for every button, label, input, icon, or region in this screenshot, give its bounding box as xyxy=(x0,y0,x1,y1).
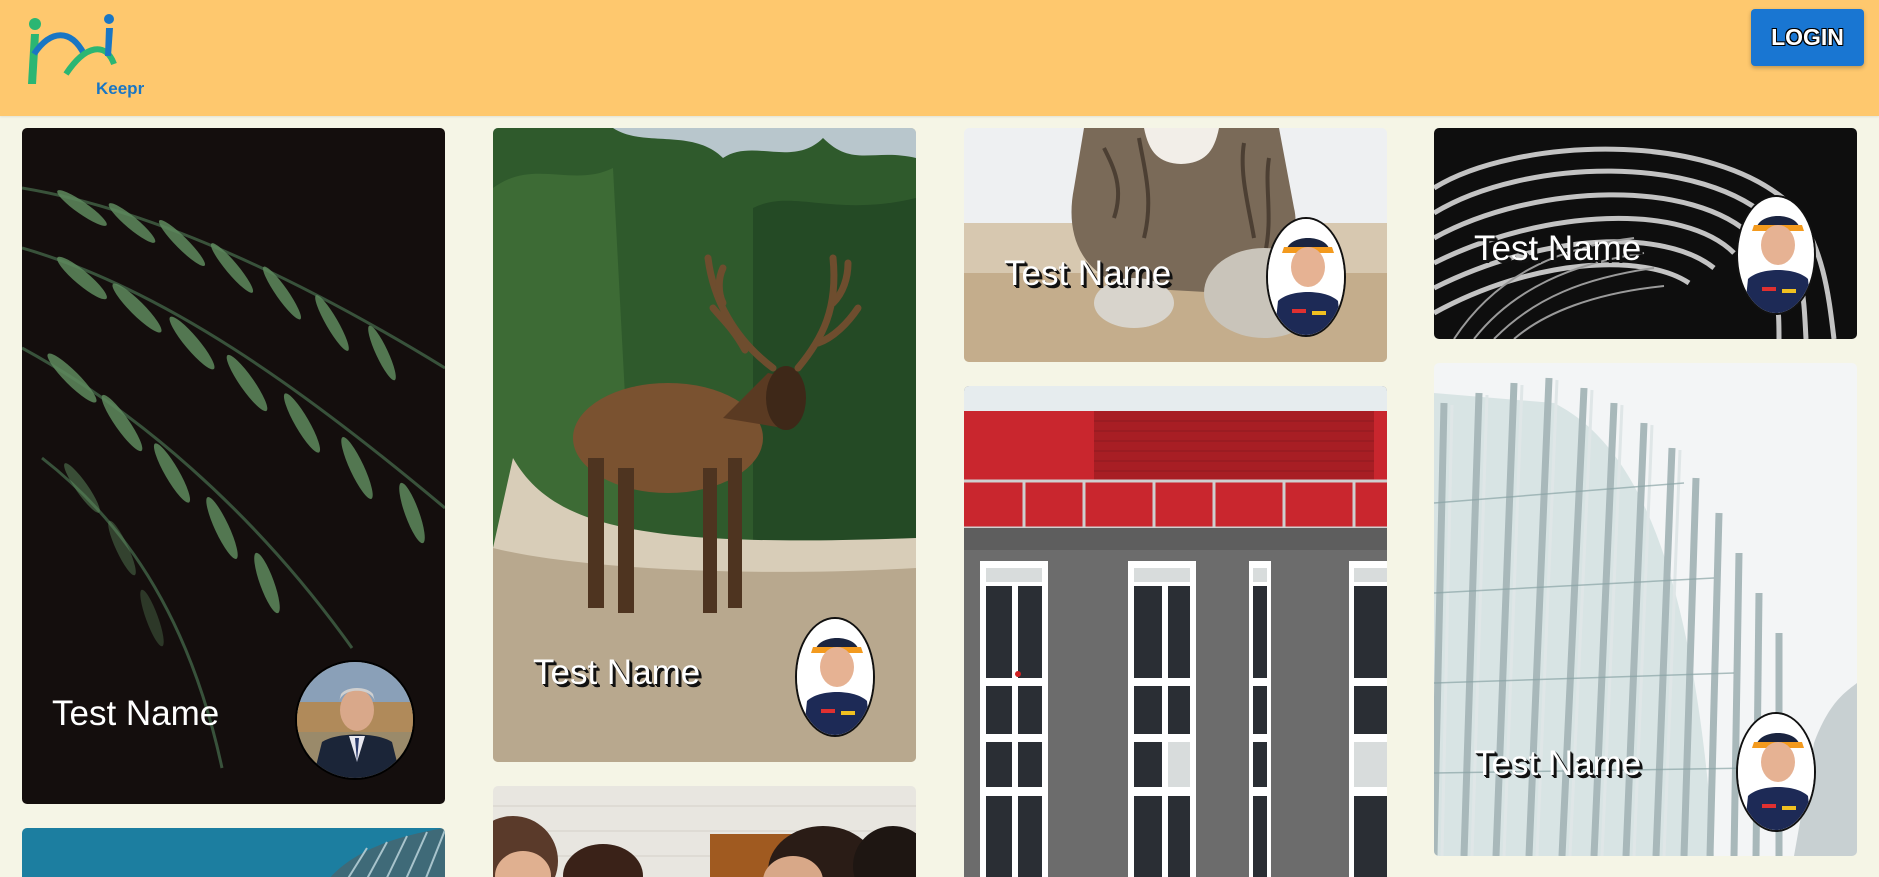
teal-building-image xyxy=(22,828,445,877)
creator-avatar[interactable] xyxy=(1736,712,1816,832)
card-creator-name: Test Name xyxy=(1004,254,1172,293)
keep-card[interactable] xyxy=(964,386,1387,877)
man-in-suit-avatar-icon xyxy=(297,662,413,778)
racing-driver-avatar-icon xyxy=(1268,219,1344,335)
card-creator-name: Test Name xyxy=(533,653,701,692)
card-creator-name: Test Name xyxy=(52,694,220,733)
people-at-table-image xyxy=(493,786,916,877)
keep-card[interactable] xyxy=(493,786,916,877)
card-creator-name: Test Name xyxy=(1474,744,1642,783)
card-creator-name: Test Name xyxy=(1474,229,1642,268)
keep-card[interactable]: Test Name xyxy=(964,128,1387,362)
keep-card[interactable]: Test Name xyxy=(1434,363,1857,856)
creator-avatar[interactable] xyxy=(1736,195,1816,315)
logo-text: Keepr xyxy=(96,79,145,98)
creator-avatar[interactable] xyxy=(1266,217,1346,337)
creator-avatar[interactable] xyxy=(795,617,875,737)
creator-avatar[interactable] xyxy=(295,660,415,780)
keepr-logo-icon xyxy=(28,14,117,84)
login-button[interactable]: LOGIN xyxy=(1751,9,1864,66)
racing-driver-avatar-icon xyxy=(797,619,873,735)
keepr-logo[interactable]: Keepr xyxy=(26,14,144,98)
red-grey-building-image xyxy=(964,386,1387,877)
keep-card[interactable]: Test Name xyxy=(1434,128,1857,339)
navbar: Keepr LOGIN xyxy=(0,0,1879,116)
keep-card[interactable]: Test Name xyxy=(493,128,916,762)
racing-driver-avatar-icon xyxy=(1738,197,1814,313)
keep-card[interactable] xyxy=(22,828,445,877)
keep-card[interactable]: Test Name xyxy=(22,128,445,804)
racing-driver-avatar-icon xyxy=(1738,714,1814,830)
